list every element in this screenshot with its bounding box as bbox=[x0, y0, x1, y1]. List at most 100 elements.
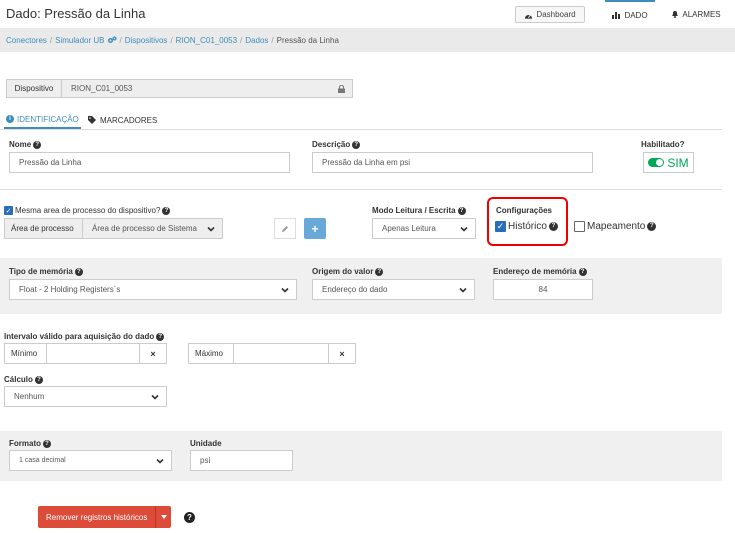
descricao-label: Descrição? bbox=[312, 140, 361, 149]
device-value: RION_C01_0053 bbox=[62, 80, 330, 97]
minimo-group: Mínimo × bbox=[4, 343, 167, 364]
modo-select[interactable]: Apenas Leitura bbox=[372, 218, 476, 239]
help-icon[interactable]: ? bbox=[34, 375, 43, 384]
modo-label: Modo Leitura / Escrita? bbox=[372, 206, 466, 215]
same-area-label: Mesma area de processo do dispositivo? bbox=[15, 206, 161, 215]
maximo-input[interactable] bbox=[234, 344, 328, 363]
area-processo-value: Área de processo de Sistema bbox=[92, 224, 197, 233]
add-area-button[interactable]: + bbox=[304, 218, 326, 239]
help-icon[interactable]: ? bbox=[375, 267, 384, 276]
bar-chart-icon bbox=[612, 12, 621, 19]
tab-dado[interactable]: DADO bbox=[605, 0, 655, 28]
mapeamento-label: Mapeamento bbox=[587, 221, 646, 232]
tab-alarmes-label: ALARMES bbox=[682, 9, 721, 19]
calculo-label: Cálculo? bbox=[4, 375, 43, 384]
formato-label-text: Formato bbox=[9, 439, 41, 448]
gears-icon bbox=[107, 36, 117, 43]
tipo-memoria-select[interactable]: Float - 2 Holding Registers´s bbox=[9, 279, 297, 300]
habilitado-toggle[interactable]: SIM bbox=[643, 152, 694, 173]
same-area-checkbox[interactable]: ✓ bbox=[4, 206, 13, 215]
tab-identificacao-label: IDENTIFICAÇÃO bbox=[17, 114, 79, 124]
help-icon[interactable]: ? bbox=[578, 267, 587, 276]
minimo-input[interactable] bbox=[47, 344, 139, 363]
area-processo-addon: Área de processo bbox=[5, 219, 83, 238]
origem-select[interactable]: Endereço do dado bbox=[312, 279, 475, 300]
nome-label-text: Nome bbox=[9, 140, 32, 149]
calculo-select[interactable]: Nenhum bbox=[4, 386, 167, 407]
chevron-down-icon bbox=[207, 226, 215, 232]
intervalo-label-text: Intervalo válido para aquisição do dado bbox=[4, 332, 155, 341]
help-icon[interactable]: ? bbox=[647, 222, 657, 231]
tipo-memoria-value: Float - 2 Holding Registers´s bbox=[19, 285, 121, 294]
area-processo-group: Área de processo Área de processo de Sis… bbox=[4, 218, 223, 239]
breadcrumb-dispositivos[interactable]: Dispositivos bbox=[125, 36, 168, 45]
edit-area-button[interactable] bbox=[274, 218, 296, 239]
tags-icon bbox=[88, 116, 96, 124]
tab-divider bbox=[0, 129, 722, 130]
help-icon[interactable]: ? bbox=[184, 512, 195, 523]
descricao-input[interactable]: Pressão da Linha em psi bbox=[312, 152, 593, 173]
maximo-group: Máximo × bbox=[188, 343, 356, 364]
help-icon[interactable]: ? bbox=[33, 140, 42, 149]
tab-alarmes[interactable]: ALARMES bbox=[666, 0, 726, 28]
formato-label: Formato? bbox=[9, 439, 51, 448]
device-field: Dispositivo RION_C01_0053 bbox=[6, 79, 353, 98]
descricao-label-text: Descrição bbox=[312, 140, 351, 149]
unidade-label: Unidade bbox=[190, 439, 222, 448]
chevron-down-icon bbox=[459, 287, 467, 293]
chevron-down-icon bbox=[460, 226, 468, 232]
breadcrumb-conectores[interactable]: Conectores bbox=[6, 36, 47, 45]
pencil-icon bbox=[282, 225, 288, 232]
mapeamento-option[interactable]: Mapeamento ? bbox=[574, 221, 657, 232]
tab-identificacao[interactable]: i IDENTIFICAÇÃO bbox=[4, 111, 81, 129]
origem-label-text: Origem do valor bbox=[312, 267, 374, 276]
tab-marcadores[interactable]: MARCADORES bbox=[88, 111, 157, 129]
modo-value: Apenas Leitura bbox=[382, 224, 436, 233]
maximo-addon: Máximo bbox=[189, 344, 234, 363]
help-icon[interactable]: ? bbox=[156, 332, 165, 341]
info-icon: i bbox=[6, 115, 14, 123]
remover-historicos-button[interactable]: Remover registros históricos bbox=[38, 506, 156, 528]
help-icon[interactable]: ? bbox=[352, 140, 361, 149]
dashboard-label: Dashboard bbox=[536, 10, 576, 19]
breadcrumb: Conectores / Simulador UB / Dispositivos /… bbox=[0, 28, 735, 52]
tab-marcadores-label: MARCADORES bbox=[100, 115, 158, 125]
page-title: Dado: Pressão da Linha bbox=[6, 6, 146, 21]
endereco-label-text: Endereço de memória bbox=[493, 267, 577, 276]
breadcrumb-device[interactable]: RION_C01_0053 bbox=[176, 36, 237, 45]
section-divider bbox=[0, 189, 722, 190]
breadcrumb-current: Pressão da Linha bbox=[276, 35, 339, 45]
nome-input[interactable]: Pressão da Linha bbox=[9, 152, 290, 173]
dropdown-caret-icon[interactable] bbox=[155, 506, 172, 528]
clear-maximo-icon[interactable]: × bbox=[328, 344, 355, 363]
breadcrumb-simulador[interactable]: Simulador UB bbox=[55, 36, 104, 45]
lock-icon bbox=[330, 80, 352, 97]
area-processo-select[interactable]: Área de processo de Sistema bbox=[83, 219, 222, 238]
dashboard-icon bbox=[525, 14, 533, 19]
plus-icon: + bbox=[311, 221, 319, 236]
help-icon[interactable]: ? bbox=[43, 439, 51, 448]
calculo-label-text: Cálculo bbox=[4, 375, 33, 384]
formato-select[interactable]: 1 casa decimal bbox=[9, 450, 172, 471]
origem-value: Endereço do dado bbox=[322, 285, 388, 294]
bell-icon bbox=[672, 11, 679, 18]
endereco-input[interactable]: 84 bbox=[493, 279, 593, 300]
help-icon[interactable]: ? bbox=[74, 267, 83, 276]
chevron-down-icon bbox=[151, 394, 159, 400]
minimo-addon: Mínimo bbox=[5, 344, 47, 363]
tipo-memoria-label: Tipo de memória? bbox=[9, 267, 83, 276]
clear-minimo-icon[interactable]: × bbox=[139, 344, 166, 363]
tab-dado-label: DADO bbox=[624, 10, 648, 20]
unidade-input[interactable]: psi bbox=[190, 450, 293, 471]
origem-label: Origem do valor? bbox=[312, 267, 384, 276]
device-label: Dispositivo bbox=[7, 80, 62, 97]
help-icon[interactable]: ? bbox=[457, 206, 466, 215]
modo-label-text: Modo Leitura / Escrita bbox=[372, 206, 456, 215]
remover-historicos-group: Remover registros históricos bbox=[38, 506, 172, 528]
breadcrumb-dados[interactable]: Dados bbox=[245, 36, 268, 45]
help-icon[interactable]: ? bbox=[162, 206, 171, 215]
mapeamento-checkbox[interactable] bbox=[574, 221, 585, 232]
dashboard-button[interactable]: Dashboard bbox=[515, 6, 585, 23]
chevron-down-icon bbox=[156, 458, 164, 464]
tipo-memoria-label-text: Tipo de memória bbox=[9, 267, 73, 276]
